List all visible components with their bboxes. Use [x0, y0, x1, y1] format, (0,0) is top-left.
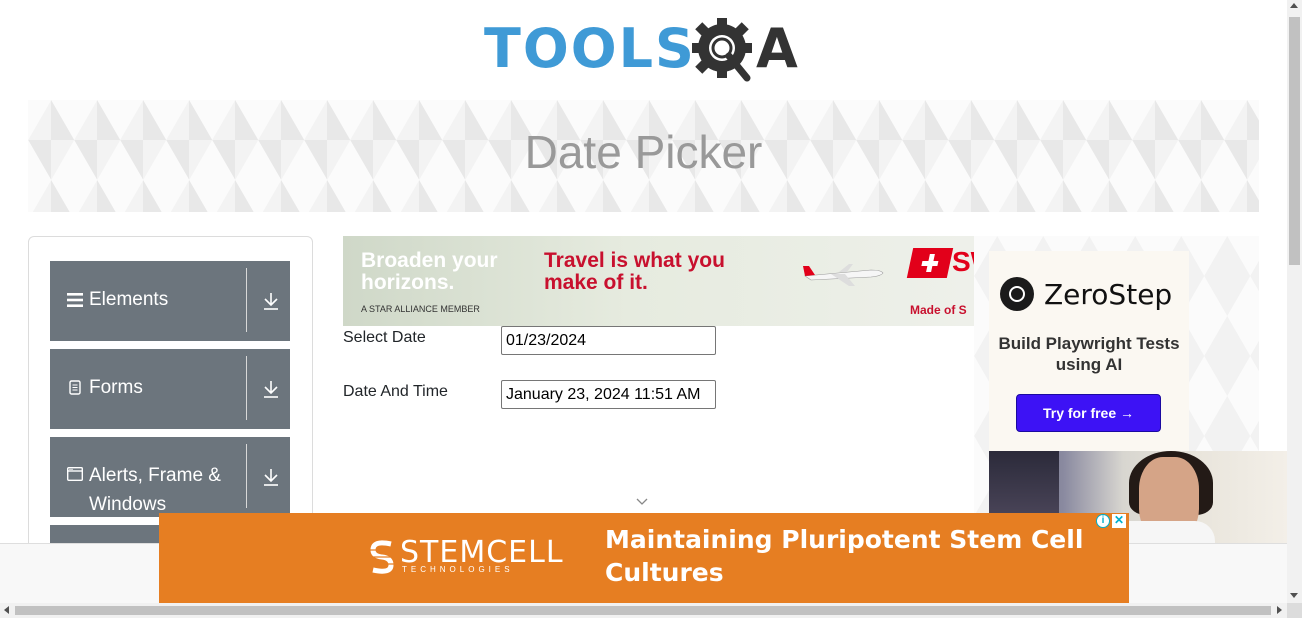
chevron-down-icon[interactable]	[635, 497, 649, 507]
divider	[246, 268, 247, 332]
stemcell-brand-sub: TECHNOLOGIES	[402, 565, 514, 574]
zerostep-brand: ZeroStep	[1044, 278, 1173, 311]
ad-info-icon[interactable]: i	[1096, 514, 1110, 528]
page: TOOLS A Date Picker Elements Forms Alert…	[0, 0, 1302, 618]
horizontal-scroll-thumb[interactable]	[15, 606, 1271, 615]
ad-headline-right: Travel is what you make of it.	[544, 249, 725, 294]
scroll-up-arrow-icon[interactable]	[1290, 3, 1298, 8]
try-for-free-button[interactable]: Try for free →	[1016, 394, 1161, 432]
logo-text-a: A	[756, 17, 798, 80]
page-title: Date Picker	[524, 126, 763, 178]
zerostep-logo-icon	[1000, 277, 1034, 311]
zerostep-tagline: Build Playwright Tests using AI	[998, 334, 1180, 374]
airplane-icon	[803, 264, 884, 286]
download-arrow-icon	[264, 293, 278, 310]
document-icon	[69, 380, 81, 395]
stemcell-ad[interactable]: STEMCELL TECHNOLOGIES Maintaining Plurip…	[159, 513, 1129, 603]
ad-footer: Made of S	[910, 303, 967, 317]
swiss-ad-banner[interactable]: Broaden your horizons. A STAR ALLIANCE M…	[343, 236, 974, 326]
sidebar-group-alerts[interactable]: Alerts, Frame & Windows	[50, 437, 290, 517]
sidebar-group-label: Elements	[89, 289, 169, 310]
sidebar-group-label: Alerts, Frame & Windows	[89, 465, 221, 515]
vertical-scrollbar[interactable]	[1287, 0, 1302, 603]
menu-icon	[67, 293, 83, 307]
download-arrow-icon	[264, 381, 278, 398]
horizontal-scrollbar[interactable]	[0, 603, 1287, 618]
scrollbar-corner	[1287, 603, 1302, 618]
sidebar-group-forms[interactable]: Forms	[50, 349, 290, 429]
download-arrow-icon	[264, 469, 278, 486]
swiss-flag-icon	[906, 248, 954, 278]
window-icon	[67, 467, 83, 481]
toolsqa-logo[interactable]: TOOLS A	[484, 14, 809, 92]
date-time-input[interactable]	[501, 380, 716, 409]
scroll-down-arrow-icon[interactable]	[1290, 593, 1298, 598]
ad-tagline: A STAR ALLIANCE MEMBER	[361, 304, 480, 314]
divider	[246, 444, 247, 508]
logo-text-tools: TOOLS	[484, 17, 696, 80]
divider	[246, 356, 247, 420]
sidebar-group-label: Forms	[89, 377, 143, 398]
ad-close-icon[interactable]: ✕	[1112, 514, 1126, 528]
select-date-label: Select Date	[343, 329, 426, 346]
zerostep-ad[interactable]: ZeroStep Build Playwright Tests using AI…	[989, 251, 1189, 451]
site-header: TOOLS A	[0, 0, 1287, 100]
sidebar-group-elements[interactable]: Elements	[50, 261, 290, 341]
ad-headline-left: Broaden your horizons.	[361, 249, 498, 294]
scroll-right-arrow-icon[interactable]	[1277, 606, 1282, 614]
ad-brand: SW	[952, 246, 974, 277]
select-date-input[interactable]	[501, 326, 716, 355]
scroll-left-arrow-icon[interactable]	[4, 606, 9, 614]
date-time-label: Date And Time	[343, 383, 448, 400]
gear-magnifier-icon	[692, 18, 752, 82]
stemcell-logo-icon	[369, 540, 395, 574]
vertical-scroll-thumb[interactable]	[1289, 17, 1300, 265]
stemcell-headline: Maintaining Pluripotent Stem Cell Cultur…	[605, 525, 1084, 587]
